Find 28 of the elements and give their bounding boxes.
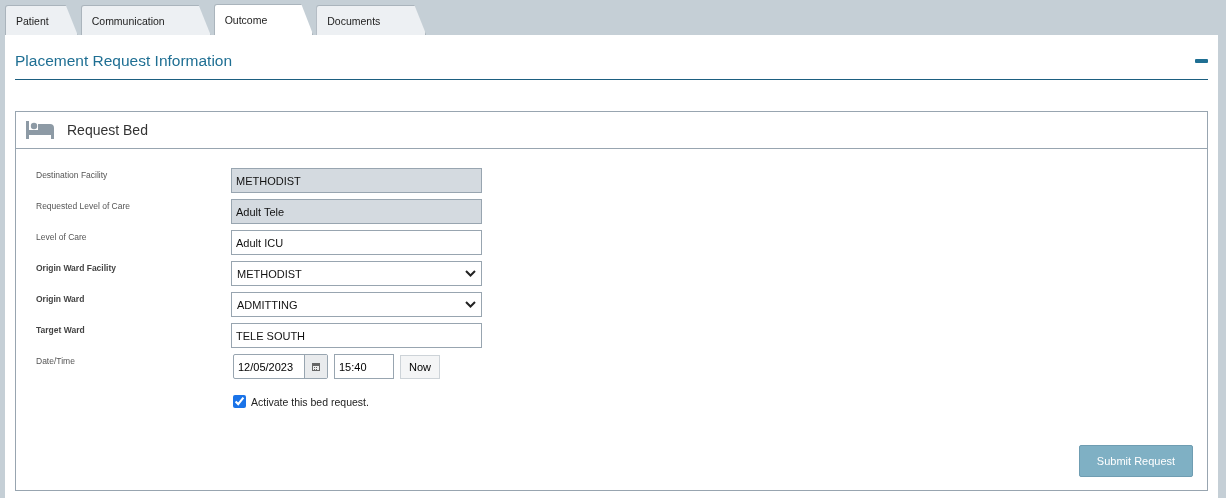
date-field[interactable]: 12/05/2023: [233, 354, 328, 379]
field-label: Target Ward: [36, 324, 86, 335]
chevron-icon: [465, 270, 476, 277]
section-title: Placement Request Information: [15, 51, 233, 70]
field-label: Requested Level of Care: [36, 200, 132, 211]
calendar-icon: [312, 362, 320, 371]
tab[interactable]: Communication: [80, 5, 211, 35]
bed-icon: [26, 121, 54, 139]
chevron-icon: [465, 301, 476, 308]
card-title: Request Bed: [67, 122, 148, 138]
dropdown[interactable]: METHODIST: [231, 261, 482, 286]
checkbox-label: Activate this bed request.: [251, 395, 369, 408]
now-button[interactable]: Now: [400, 354, 440, 379]
time-field[interactable]: 15:40: [334, 354, 394, 379]
field-label: Destination Facility: [36, 169, 109, 180]
tab[interactable]: Patient: [5, 5, 78, 35]
field-label: Origin Ward: [36, 293, 86, 304]
text-field[interactable]: Adult ICU: [231, 230, 482, 255]
readonly-field[interactable]: Adult Tele: [231, 199, 482, 224]
dropdown[interactable]: ADMITTING: [231, 292, 482, 317]
checkbox[interactable]: [233, 395, 246, 408]
text-field[interactable]: TELE SOUTH: [231, 323, 482, 348]
field-label: Level of Care: [36, 231, 88, 242]
field-label: Date/Time: [36, 355, 76, 366]
tab[interactable]: Documents: [316, 5, 427, 35]
tab[interactable]: Outcome: [213, 4, 314, 35]
field-label: Origin Ward Facility: [36, 262, 117, 273]
readonly-field[interactable]: METHODIST: [231, 168, 482, 193]
